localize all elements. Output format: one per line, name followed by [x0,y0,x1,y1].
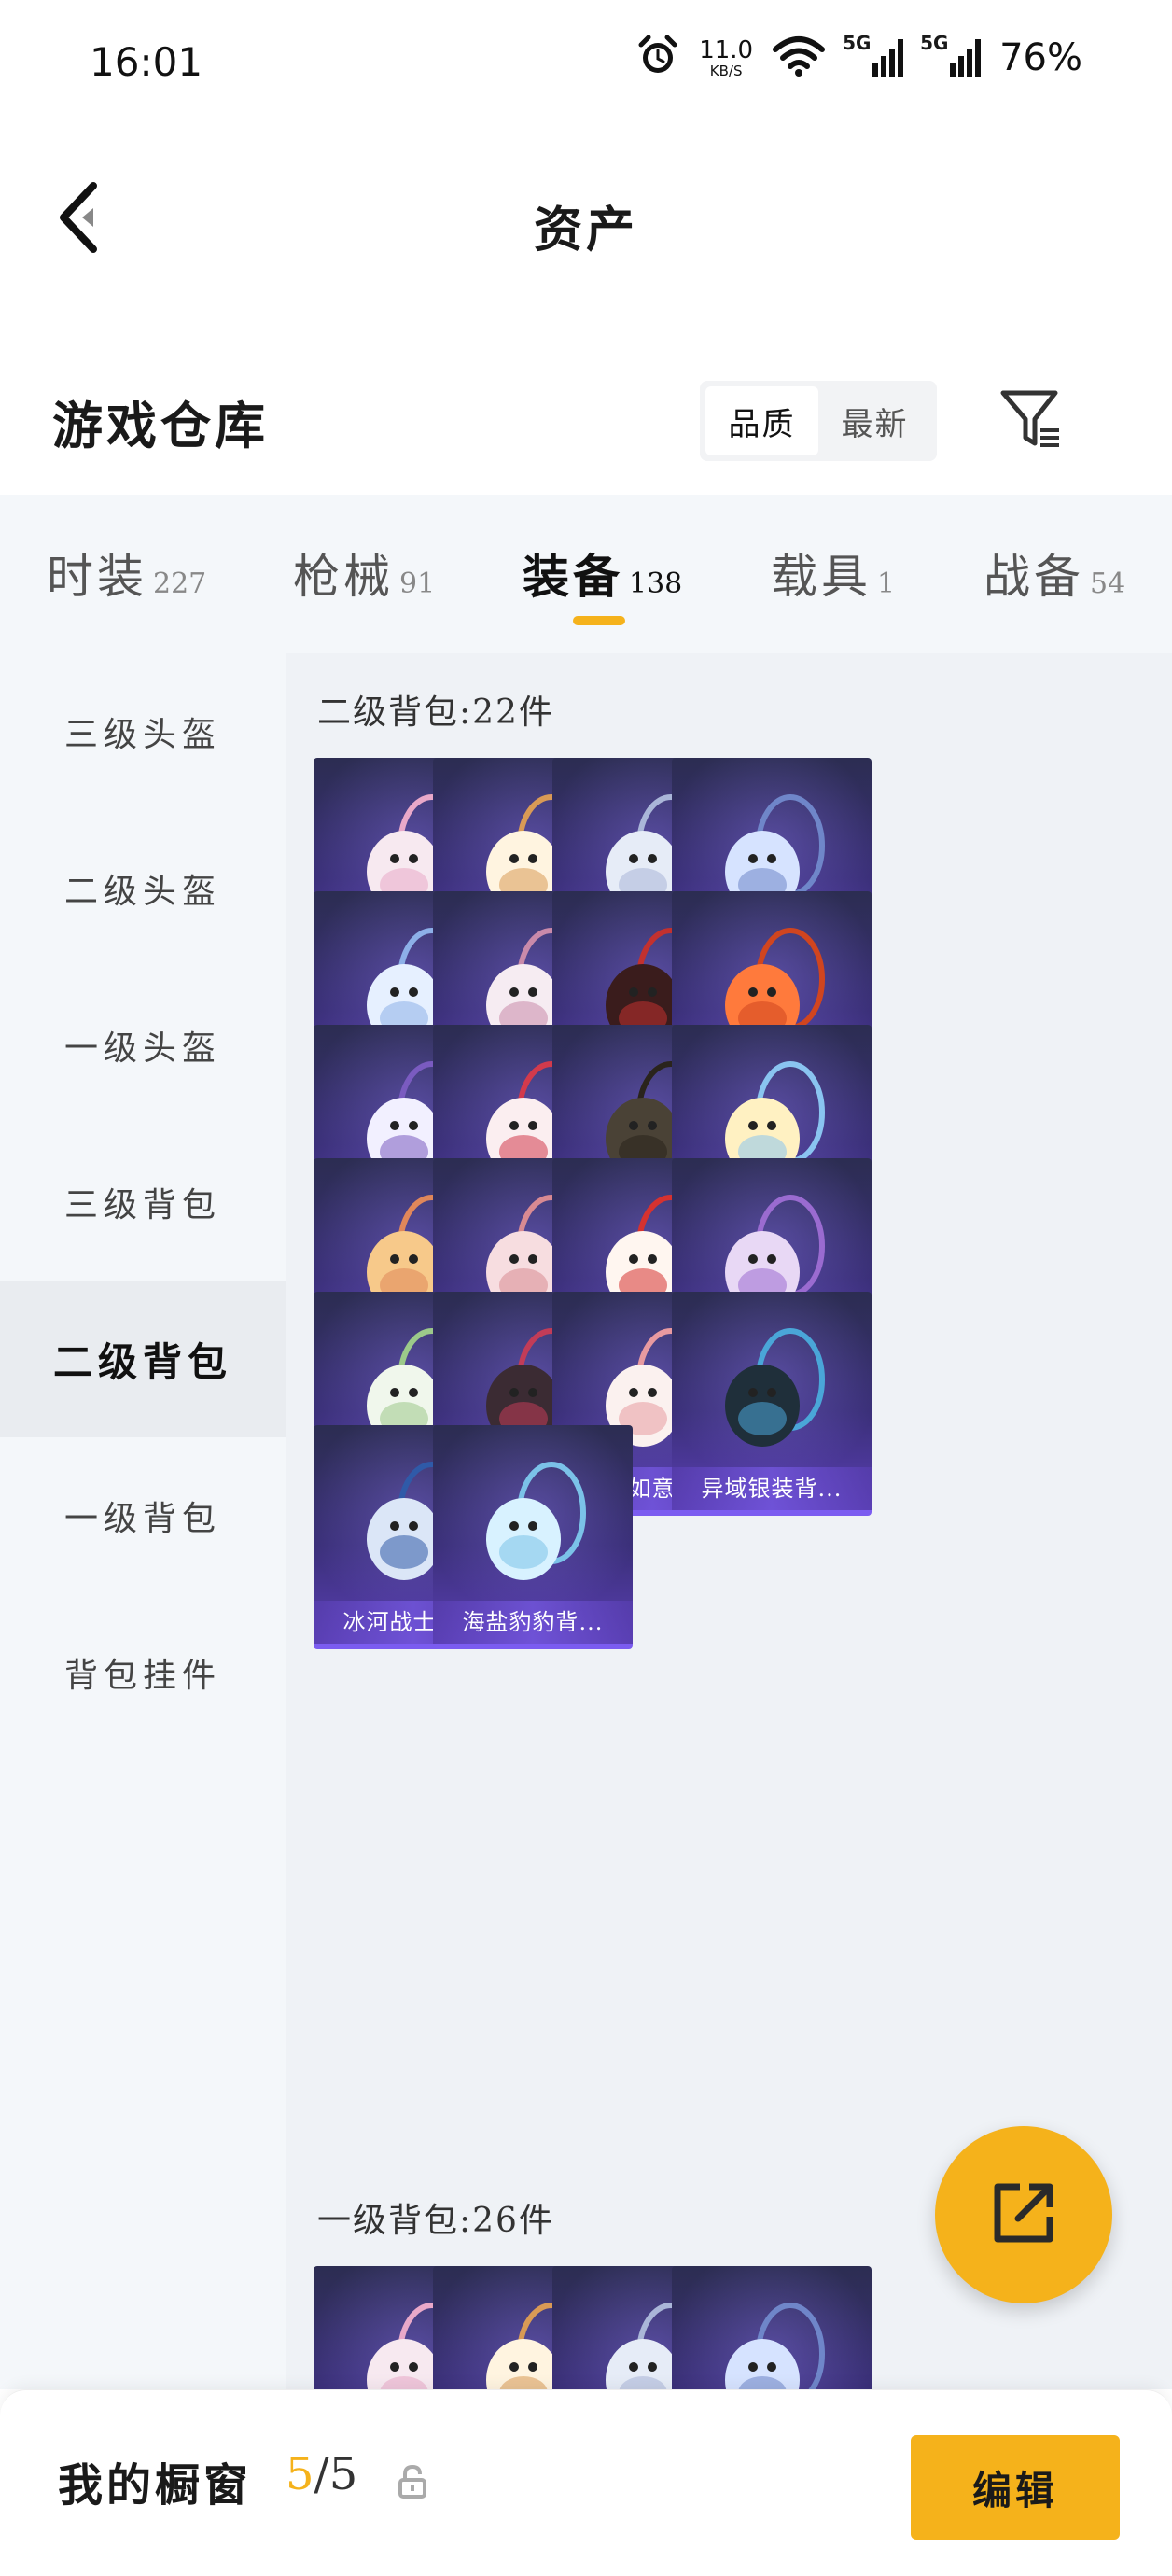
tab-label: 战备 [984,550,1084,604]
sidebar-item-level3-helmet[interactable]: 三级头盔 [0,653,286,810]
sidebar-item-level2-backpack[interactable]: 二级背包 [0,1281,286,1437]
filter-icon [998,385,1065,456]
net-speed: 11.0 KB/S [699,38,753,78]
item-card[interactable]: 异域银装背... [672,1292,872,1516]
share-button[interactable] [935,2126,1112,2303]
tab-equipment[interactable]: 装备 138 [523,539,682,607]
edit-button[interactable]: 编辑 [911,2435,1120,2540]
status-icons: 11.0 KB/S 5G 5G 76% [635,32,1082,82]
signal-tag: 5G [843,32,872,54]
tab-firearms[interactable]: 枪械 91 [293,539,435,607]
item-card[interactable]: 海盐豹豹背... [433,1425,633,1649]
status-bar: 16:01 11.0 KB/S 5G 5G 76% [0,0,1172,131]
item-name: 异域银装背... [672,1467,872,1510]
tab-count: 91 [399,567,436,600]
assets-page: 16:01 11.0 KB/S 5G 5G 76% 资产 游戏仓库 品质 最新 … [0,0,1172,2576]
item-card[interactable] [672,2266,872,2389]
tab-count: 138 [629,567,683,600]
sort-quality-button[interactable]: 品质 [705,386,818,455]
page-title: 资产 [533,202,638,259]
showcase-current: 5 [286,2448,314,2500]
tab-label: 载具 [771,550,872,604]
wifi-icon [772,35,826,81]
alarm-icon [635,34,680,82]
showcase-total: /5 [314,2448,358,2500]
net-speed-unit: KB/S [709,62,743,79]
section-title: 一级背包:26件 [317,2202,554,2240]
sidebar-item-level2-helmet[interactable]: 二级头盔 [0,810,286,967]
tab-count: 54 [1090,567,1126,600]
section-title: 二级背包:22件 [317,693,554,732]
signal-icon: 5G [843,32,904,77]
sort-newest-button[interactable]: 最新 [818,386,931,455]
filter-button[interactable] [989,379,1073,463]
sort-toggle: 品质 最新 [700,381,937,461]
sidebar-item-backpack-charm[interactable]: 背包挂件 [0,1594,286,1751]
tab-fashion[interactable]: 时装 227 [47,539,206,607]
tab-label: 枪械 [293,550,394,604]
backpack-thumbnail-icon [725,1328,825,1447]
tab-label: 时装 [47,550,147,604]
warehouse-row: 游戏仓库 品质 最新 [0,345,1172,485]
sidebar-item-level3-backpack[interactable]: 三级背包 [0,1124,286,1281]
active-tab-indicator [573,616,625,625]
tab-label: 装备 [523,549,623,604]
subcategory-sidebar: 三级头盔 二级头盔 一级头盔 三级背包 二级背包 一级背包 背包挂件 [0,653,286,2389]
tab-supplies[interactable]: 战备 54 [984,539,1125,607]
sidebar-item-level1-backpack[interactable]: 一级背包 [0,1437,286,1594]
tab-vehicles[interactable]: 载具 1 [771,539,895,607]
backpack-thumbnail-icon [725,2303,825,2389]
tab-count: 227 [153,567,207,600]
net-speed-value: 11.0 [699,35,754,64]
warehouse-title: 游戏仓库 [52,396,269,455]
sidebar-item-level1-helmet[interactable]: 一级头盔 [0,967,286,1124]
lock-icon [398,2464,427,2499]
tab-count: 1 [877,567,896,600]
signal-tag: 5G [920,32,949,54]
status-time: 16:01 [90,39,203,85]
showcase-bar: 我的橱窗 5/5 编辑 [0,2389,1172,2576]
item-name: 海盐豹豹背... [433,1601,633,1644]
share-external-icon [986,2176,1061,2254]
battery-level: 76% [999,36,1082,79]
backpack-thumbnail-icon [486,1462,586,1580]
showcase-count: 5/5 [286,2448,357,2500]
header: 资产 [0,131,1172,308]
category-tabs: 时装 227 枪械 91 装备 138 载具 1 战备 54 [0,495,1172,653]
signal-icon: 5G [920,32,982,77]
showcase-label: 我的橱窗 [58,2459,253,2512]
